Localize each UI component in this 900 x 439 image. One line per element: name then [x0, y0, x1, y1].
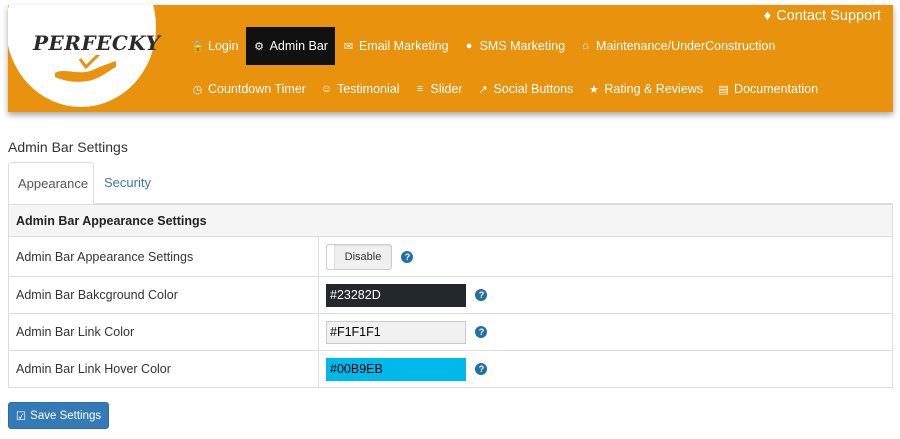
- nav-item-rating-reviews[interactable]: ★ Rating & Reviews: [580, 70, 710, 108]
- save-settings-label: Save Settings: [30, 409, 102, 422]
- nav-row-primary: 🔒 Login ⚙ Admin Bar ✉ Email Marketing ● …: [184, 27, 782, 65]
- star-icon: ★: [588, 83, 599, 96]
- setting-label: Admin Bar Bakcground Color: [8, 276, 319, 314]
- settings-tabs: Appearance Security: [8, 162, 893, 204]
- nav-label: Countdown Timer: [208, 82, 306, 96]
- envelope-icon: ✉: [343, 40, 354, 53]
- link-hover-color-input[interactable]: #00B9EB: [326, 357, 466, 381]
- link-color-input[interactable]: #F1F1F1: [326, 320, 466, 344]
- logo[interactable]: PERFECKY: [33, 31, 160, 55]
- users-icon: ☺: [320, 83, 333, 95]
- lock-icon: 🔒: [191, 40, 205, 53]
- help-icon[interactable]: ?: [475, 326, 488, 338]
- save-settings-button[interactable]: ☑ Save Settings: [8, 402, 109, 429]
- nav-label: Social Buttons: [493, 82, 574, 96]
- help-icon[interactable]: ?: [401, 250, 414, 263]
- table-row: Admin Bar Appearance Settings Disable ?: [8, 236, 893, 277]
- nav-item-email-marketing[interactable]: ✉ Email Marketing: [335, 27, 456, 65]
- check-square-icon: ☑: [15, 410, 27, 423]
- sliders-icon: ≡: [416, 83, 424, 95]
- toggle-text: Disable: [344, 250, 382, 263]
- nav-label: Login: [208, 39, 239, 53]
- nav-item-documentation[interactable]: ▤ Documentation: [710, 70, 825, 108]
- background-color-input[interactable]: #23282D: [326, 283, 466, 307]
- help-icon[interactable]: ?: [475, 289, 488, 301]
- nav-label: Slider: [430, 82, 463, 96]
- setting-control: Disable ?: [318, 236, 893, 277]
- nav-label: Admin Bar: [269, 39, 328, 53]
- book-icon: ▤: [718, 83, 729, 96]
- contact-support-link[interactable]: ♦ Contact Support: [764, 8, 881, 24]
- nav-item-maintenance[interactable]: ⌂ Maintenance/UnderConstruction: [572, 27, 782, 65]
- nav-item-sms-marketing[interactable]: ● SMS Marketing: [456, 27, 572, 65]
- nav-label: Maintenance/UnderConstruction: [596, 39, 776, 53]
- setting-label: Admin Bar Link Color: [8, 313, 319, 351]
- header-bar: PERFECKY ♦ Contact Support 🔒 Login ⚙ Adm…: [8, 5, 893, 112]
- nav-item-login[interactable]: 🔒 Login: [184, 27, 246, 65]
- table-row: Admin Bar Link Color #F1F1F1 ?: [8, 313, 893, 351]
- hand-icon: [55, 55, 116, 82]
- nav-label: Documentation: [734, 82, 819, 96]
- setting-control: #F1F1F1 ?: [318, 313, 893, 351]
- table-row: Admin Bar Bakcground Color #23282D ?: [8, 276, 893, 314]
- nav-item-countdown-timer[interactable]: ◷ Countdown Timer: [184, 70, 313, 108]
- tab-appearance[interactable]: Appearance: [8, 162, 94, 204]
- tab-security[interactable]: Security: [95, 162, 160, 204]
- nav-label: Rating & Reviews: [604, 82, 704, 96]
- share-icon: ↗: [478, 83, 488, 96]
- setting-label: Admin Bar Link Hover Color: [8, 350, 319, 388]
- nav-item-social-buttons[interactable]: ↗ Social Buttons: [469, 70, 580, 108]
- chat-icon: ●: [465, 40, 473, 52]
- gear-icon: ⚙: [254, 40, 265, 53]
- clock-icon: ◷: [192, 83, 203, 96]
- page-title: Admin Bar Settings: [8, 139, 128, 155]
- nav-row-secondary: ◷ Countdown Timer ☺ Testimonial ≡ Slider…: [184, 70, 825, 108]
- setting-label: Admin Bar Appearance Settings: [8, 236, 319, 277]
- setting-control: #23282D ?: [318, 276, 893, 314]
- nav-label: SMS Marketing: [479, 39, 566, 53]
- nav-item-slider[interactable]: ≡ Slider: [407, 70, 470, 108]
- nav-item-testimonial[interactable]: ☺ Testimonial: [313, 70, 407, 108]
- section-title: Admin Bar Appearance Settings: [8, 204, 893, 237]
- nav-item-admin-bar[interactable]: ⚙ Admin Bar: [245, 27, 335, 65]
- table-row: Admin Bar Link Hover Color #00B9EB ?: [8, 350, 893, 388]
- setting-control: #00B9EB ?: [318, 350, 893, 388]
- appearance-toggle[interactable]: Disable: [326, 243, 392, 270]
- home-icon: ⌂: [582, 40, 589, 52]
- settings-table: Admin Bar Appearance Settings Admin Bar …: [8, 204, 893, 388]
- nav-label: Email Marketing: [358, 39, 449, 53]
- help-icon[interactable]: ?: [475, 363, 488, 375]
- contact-support-label: Contact Support: [776, 8, 881, 24]
- tag-icon: ♦: [763, 8, 772, 24]
- nav-label: Testimonial: [336, 82, 400, 96]
- toggle-knob: [327, 244, 335, 269]
